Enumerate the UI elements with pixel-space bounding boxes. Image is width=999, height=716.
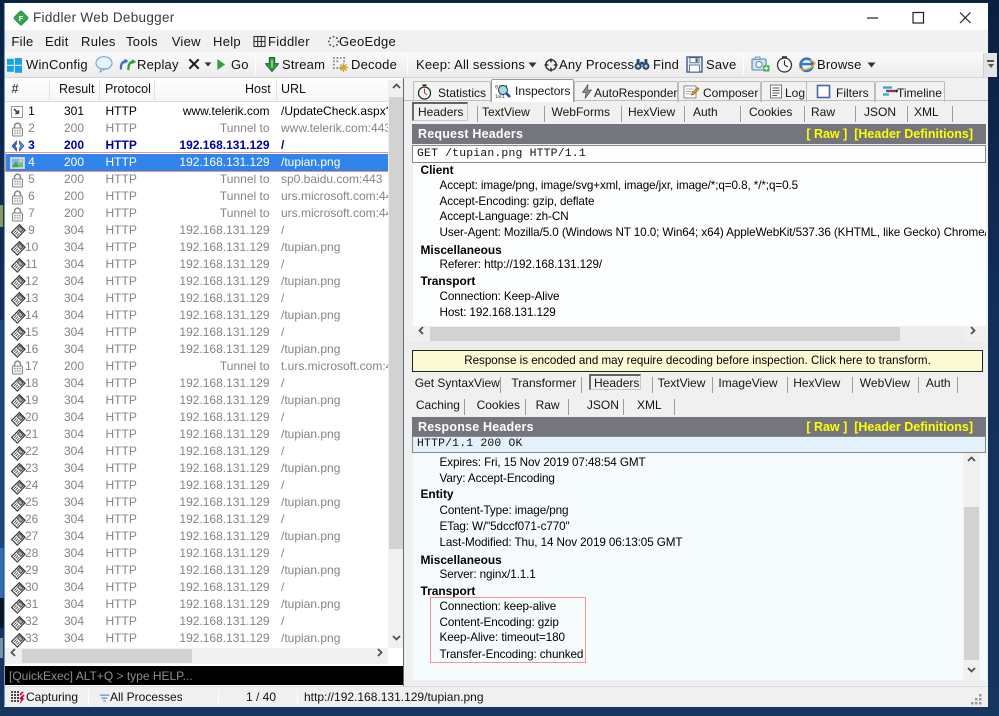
svg-text:F: F	[19, 14, 24, 23]
